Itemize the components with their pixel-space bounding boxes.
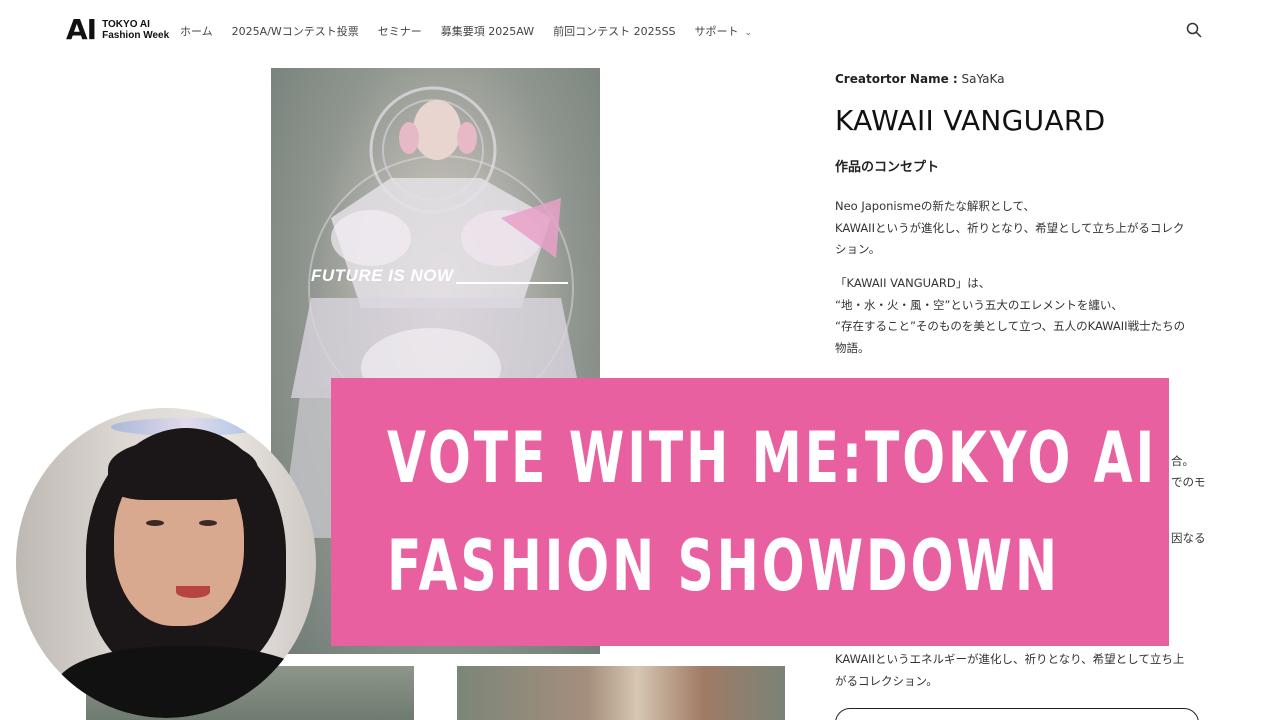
site-header: AI TOKYO AI Fashion Week ホーム 2025A/Wコンテス… <box>0 0 1280 62</box>
presenter-body <box>56 646 316 718</box>
banner-line-2: FASHION SHOWDOWN <box>387 525 1060 607</box>
concept-paragraph-2: 「KAWAII VANGUARD」は、 “地・水・火・風・空”という五大のエレメ… <box>835 276 1186 355</box>
hidden-text-fragment-3: 因なる <box>1171 531 1206 545</box>
video-title-banner: VOTE WITH ME:TOKYO AI FASHION SHOWDOWN <box>331 378 1169 646</box>
overlay-underline <box>456 282 568 284</box>
nav-guidelines[interactable]: 募集要項 2025AW <box>441 23 534 39</box>
search-icon[interactable] <box>1186 22 1202 38</box>
vote-button[interactable] <box>835 708 1199 720</box>
artwork-thumbnail-2[interactable] <box>457 666 785 720</box>
logo-line-1: TOKYO AI <box>102 19 150 30</box>
nav-seminar[interactable]: セミナー <box>378 23 422 39</box>
nav-support-label: サポート <box>694 25 739 38</box>
main-nav: ホーム 2025A/Wコンテスト投票 セミナー 募集要項 2025AW 前回コン… <box>180 23 752 39</box>
nav-contest-vote[interactable]: 2025A/Wコンテスト投票 <box>232 23 359 39</box>
nav-home[interactable]: ホーム <box>180 23 213 39</box>
webcam-overlay <box>16 408 316 718</box>
hidden-text-fragment-2: でのモ <box>1171 475 1206 489</box>
logo-text: TOKYO AI Fashion Week <box>102 19 169 41</box>
chevron-down-icon: ⌄ <box>744 28 753 38</box>
creator-label: Creatortor Name : <box>835 72 958 86</box>
nav-previous-contest[interactable]: 前回コンテスト 2025SS <box>553 23 675 39</box>
banner-text: VOTE WITH ME:TOKYO AI FASHION SHOWDOWN <box>387 404 1158 620</box>
presenter-eye-left <box>146 520 164 526</box>
creator-value: SaYaKa <box>961 72 1005 86</box>
presenter-eye-right <box>199 520 217 526</box>
logo-mark: AI <box>66 13 97 46</box>
presenter-mouth <box>176 586 210 598</box>
concept-paragraph-1: Neo Japonismeの新たな解釈として、 KAWAIIというが進化し、祈り… <box>835 199 1185 256</box>
future-is-now-overlay: FUTURE IS NOW <box>311 266 454 285</box>
banner-line-1: VOTE WITH ME:TOKYO AI <box>387 417 1158 499</box>
nav-support[interactable]: サポート ⌄ <box>695 23 753 39</box>
presenter-bangs <box>108 438 258 500</box>
concept-paragraph-3: KAWAIIというエネルギーが進化し、祈りとなり、希望として立ち上がるコレクショ… <box>835 652 1185 688</box>
concept-heading: 作品のコンセプト <box>835 160 940 175</box>
creator-name: Creatortor Name : SaYaKa <box>835 72 1005 86</box>
site-logo[interactable]: AI TOKYO AI Fashion Week <box>66 16 169 44</box>
logo-line-2: Fashion Week <box>102 30 170 41</box>
artwork-title: KAWAII VANGUARD <box>835 104 1106 137</box>
hidden-text-fragment-1: 合。 <box>1171 454 1194 468</box>
